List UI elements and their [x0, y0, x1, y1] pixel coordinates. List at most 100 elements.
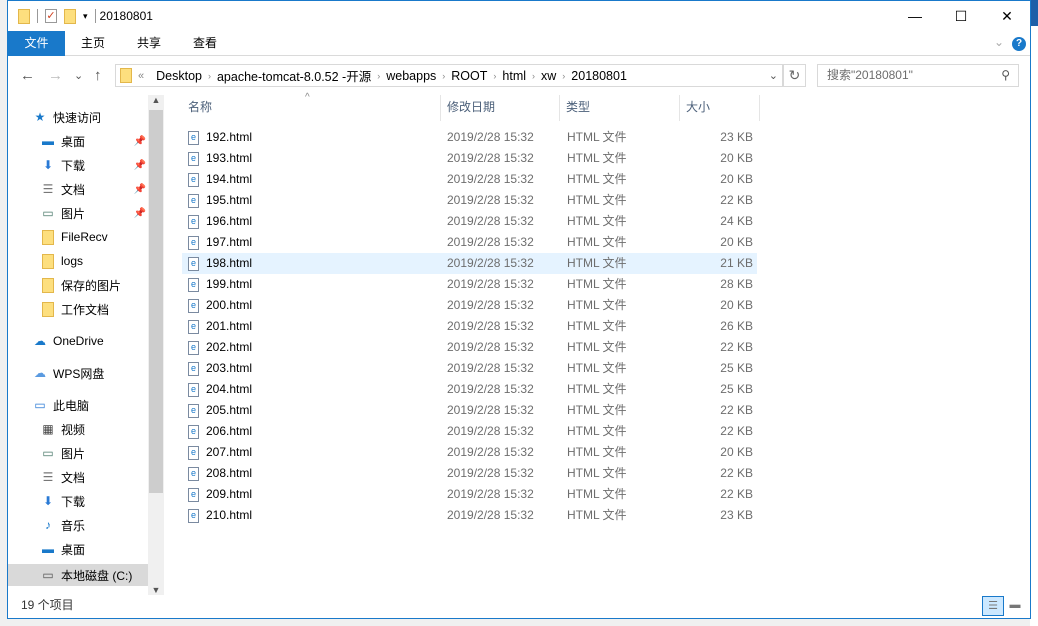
breadcrumb-item[interactable]: ROOT	[445, 69, 493, 83]
pin-icon[interactable]: 📌	[134, 136, 146, 147]
sidebar-item[interactable]: ▭ 图片	[8, 442, 148, 464]
breadcrumb-item[interactable]: xw	[535, 69, 562, 83]
address-dropdown-icon[interactable]: ⌄	[769, 69, 778, 82]
sidebar-item[interactable]: ☁ OneDrive	[8, 330, 148, 352]
sidebar-item[interactable]: ☰ 文档	[8, 466, 148, 488]
file-row[interactable]: e 196.html 2019/2/28 15:32 HTML 文件 24 KB	[182, 211, 757, 232]
column-divider[interactable]	[759, 95, 760, 121]
file-row[interactable]: e 203.html 2019/2/28 15:32 HTML 文件 25 KB	[182, 358, 757, 379]
file-row[interactable]: e 210.html 2019/2/28 15:32 HTML 文件 23 KB	[182, 505, 757, 526]
file-row[interactable]: e 208.html 2019/2/28 15:32 HTML 文件 22 KB	[182, 463, 757, 484]
pin-icon[interactable]: 📌	[134, 208, 146, 219]
file-name: 196.html	[206, 214, 253, 228]
minimize-button[interactable]: —	[892, 1, 938, 31]
file-row[interactable]: e 192.html 2019/2/28 15:32 HTML 文件 23 KB	[182, 127, 757, 148]
close-button[interactable]: ✕	[984, 1, 1030, 31]
search-input[interactable]: 搜索"20180801" ⚲	[817, 64, 1019, 87]
sidebar-item[interactable]: 工作文档	[8, 298, 148, 320]
refresh-button[interactable]: ↻	[783, 64, 806, 87]
star-icon: ★	[34, 110, 46, 124]
column-header-name[interactable]: 名称	[182, 95, 440, 123]
file-row[interactable]: e 205.html 2019/2/28 15:32 HTML 文件 22 KB	[182, 400, 757, 421]
tab-home[interactable]: 主页	[65, 31, 121, 56]
pin-icon[interactable]: 📌	[134, 160, 146, 171]
pin-icon[interactable]: 📌	[134, 184, 146, 195]
html-file-icon: e	[188, 404, 199, 418]
file-row[interactable]: e 198.html 2019/2/28 15:32 HTML 文件 21 KB	[182, 253, 757, 274]
column-header-date[interactable]: 修改日期	[441, 95, 560, 123]
search-icon[interactable]: ⚲	[1001, 65, 1010, 86]
tab-view[interactable]: 查看	[177, 31, 233, 56]
sidebar-item[interactable]: ⬇ 下载 📌	[8, 154, 148, 176]
breadcrumb-overflow[interactable]: «	[132, 70, 150, 82]
sidebar-scrollbar[interactable]: ▲ ▼	[148, 95, 164, 595]
file-type: HTML 文件	[567, 319, 627, 333]
scroll-up-icon[interactable]: ▲	[148, 95, 164, 105]
scrollbar-thumb[interactable]	[149, 110, 163, 493]
sidebar-item[interactable]: 保存的图片	[8, 274, 148, 296]
properties-icon[interactable]: ✓	[45, 9, 57, 23]
sidebar-item[interactable]: ▦ 视频	[8, 418, 148, 440]
customize-toolbar-icon[interactable]: ▾	[83, 11, 88, 22]
recent-locations-button[interactable]: ⌄	[74, 69, 83, 82]
expand-ribbon-icon[interactable]: ⌄	[994, 35, 1004, 49]
file-date: 2019/2/28 15:32	[447, 319, 534, 333]
sidebar-item[interactable]: ☰ 文档 📌	[8, 178, 148, 200]
sidebar-item[interactable]: ▬ 桌面	[8, 538, 148, 560]
file-date: 2019/2/28 15:32	[447, 172, 534, 186]
sidebar-item[interactable]: ▭ 图片 📌	[8, 202, 148, 224]
file-date: 2019/2/28 15:32	[447, 424, 534, 438]
maximize-button[interactable]: ☐	[938, 1, 984, 31]
large-icons-view-button[interactable]: ▬	[1004, 596, 1026, 616]
forward-button[interactable]: →	[48, 67, 63, 84]
help-icon[interactable]: ?	[1012, 37, 1026, 51]
file-name: 205.html	[206, 403, 253, 417]
sidebar-item[interactable]: ★ 快速访问	[8, 106, 148, 128]
file-row[interactable]: e 194.html 2019/2/28 15:32 HTML 文件 20 KB	[182, 169, 757, 190]
breadcrumb-item[interactable]: Desktop	[150, 69, 208, 83]
column-header-type[interactable]: 类型	[560, 95, 679, 123]
new-folder-icon[interactable]	[64, 8, 76, 24]
file-row[interactable]: e 200.html 2019/2/28 15:32 HTML 文件 20 KB	[182, 295, 757, 316]
file-size: 20 KB	[720, 235, 753, 249]
file-row[interactable]: e 206.html 2019/2/28 15:32 HTML 文件 22 KB	[182, 421, 757, 442]
file-row[interactable]: e 201.html 2019/2/28 15:32 HTML 文件 26 KB	[182, 316, 757, 337]
tab-file[interactable]: 文件	[8, 30, 65, 56]
sidebar-item[interactable]: ⬇ 下载	[8, 490, 148, 512]
sidebar-item[interactable]: logs	[8, 250, 148, 272]
up-button[interactable]: ↑	[94, 67, 102, 84]
file-row[interactable]: e 209.html 2019/2/28 15:32 HTML 文件 22 KB	[182, 484, 757, 505]
file-row[interactable]: e 202.html 2019/2/28 15:32 HTML 文件 22 KB	[182, 337, 757, 358]
file-size: 28 KB	[720, 277, 753, 291]
file-name: 209.html	[206, 487, 253, 501]
file-size: 25 KB	[720, 382, 753, 396]
file-row[interactable]: e 199.html 2019/2/28 15:32 HTML 文件 28 KB	[182, 274, 757, 295]
breadcrumb-item[interactable]: apache-tomcat-8.0.52 -开源	[211, 66, 377, 85]
breadcrumb-item[interactable]: webapps	[380, 69, 442, 83]
sidebar-item[interactable]: FileRecv	[8, 226, 148, 248]
sidebar-item[interactable]: ▭ 本地磁盘 (C:)	[8, 564, 148, 586]
file-type: HTML 文件	[567, 256, 627, 270]
file-row[interactable]: e 204.html 2019/2/28 15:32 HTML 文件 25 KB	[182, 379, 757, 400]
file-size: 22 KB	[720, 193, 753, 207]
address-bar[interactable]: « Desktop › apache-tomcat-8.0.52 -开源 › web…	[115, 64, 783, 87]
sidebar-item[interactable]: ▬ 桌面 📌	[8, 130, 148, 152]
file-row[interactable]: e 195.html 2019/2/28 15:32 HTML 文件 22 KB	[182, 190, 757, 211]
sidebar-item-label: 下载	[61, 494, 86, 509]
file-type: HTML 文件	[567, 445, 627, 459]
file-row[interactable]: e 207.html 2019/2/28 15:32 HTML 文件 20 KB	[182, 442, 757, 463]
file-row[interactable]: e 197.html 2019/2/28 15:32 HTML 文件 20 KB	[182, 232, 757, 253]
details-view-button[interactable]: ☰	[982, 596, 1004, 616]
sidebar-item[interactable]: ♪ 音乐	[8, 514, 148, 536]
column-header-size[interactable]: 大小	[680, 95, 759, 123]
html-file-icon: e	[188, 152, 199, 166]
back-button[interactable]: ←	[20, 67, 35, 84]
file-date: 2019/2/28 15:32	[447, 361, 534, 375]
breadcrumb-item[interactable]: html	[496, 69, 532, 83]
tab-share[interactable]: 共享	[121, 31, 177, 56]
html-file-icon: e	[188, 278, 199, 292]
file-row[interactable]: e 193.html 2019/2/28 15:32 HTML 文件 20 KB	[182, 148, 757, 169]
breadcrumb-item[interactable]: 20180801	[565, 69, 633, 83]
sidebar-item[interactable]: ▭ 此电脑	[8, 394, 148, 416]
sidebar-item[interactable]: ☁ WPS网盘	[8, 362, 148, 384]
